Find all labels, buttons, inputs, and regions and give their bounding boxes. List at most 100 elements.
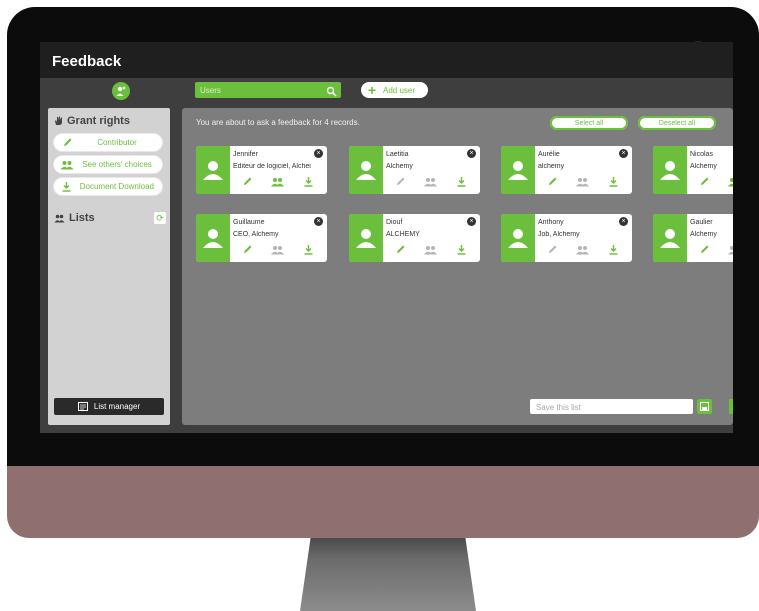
select-all-button[interactable]: Select all bbox=[550, 116, 628, 130]
users-icon[interactable] bbox=[727, 174, 733, 192]
user-subtitle: Alchemy bbox=[690, 163, 717, 170]
users-icon[interactable] bbox=[270, 242, 285, 260]
user-subtitle: Job, Alchemy bbox=[538, 231, 580, 238]
users-icon[interactable] bbox=[575, 174, 590, 192]
window-title: Feedback bbox=[52, 53, 122, 70]
pencil-icon[interactable] bbox=[699, 174, 710, 192]
user-avatar-icon bbox=[653, 214, 687, 262]
card-actions bbox=[233, 177, 323, 189]
users-search bbox=[195, 82, 341, 98]
close-icon[interactable]: × bbox=[314, 149, 323, 158]
plus-icon: + bbox=[367, 82, 377, 98]
users-icon bbox=[54, 160, 80, 170]
right-download-button[interactable]: Document Download bbox=[54, 178, 162, 195]
grant-rights-heading: Grant rights bbox=[54, 115, 130, 127]
list-manager-label: List manager bbox=[93, 402, 141, 411]
pencil-icon[interactable] bbox=[242, 242, 253, 260]
download-icon[interactable] bbox=[456, 174, 467, 192]
download-icon[interactable] bbox=[608, 242, 619, 260]
users-icon bbox=[54, 214, 65, 222]
user-name: Guillaume bbox=[233, 219, 265, 226]
right-label: Document Download bbox=[79, 182, 154, 191]
download-icon bbox=[54, 181, 80, 192]
user-subtitle: CEO, Alchemy bbox=[233, 231, 279, 238]
user-card[interactable]: Gaulier Alchemy × bbox=[653, 214, 733, 262]
user-subtitle: ALCHEMY bbox=[386, 231, 420, 238]
deselect-all-button[interactable]: Deselect all bbox=[638, 116, 716, 130]
user-card[interactable]: Guillaume CEO, Alchemy × bbox=[196, 214, 327, 262]
right-contributor-button[interactable]: Contributor bbox=[54, 134, 162, 151]
pencil-icon[interactable] bbox=[395, 242, 406, 260]
card-actions bbox=[690, 245, 733, 257]
user-avatar-icon bbox=[653, 146, 687, 194]
lists-label: Lists bbox=[69, 212, 95, 224]
add-user-avatar-icon[interactable] bbox=[112, 82, 130, 100]
close-icon[interactable]: × bbox=[619, 217, 628, 226]
user-avatar-icon bbox=[349, 214, 383, 262]
download-icon[interactable] bbox=[303, 174, 314, 192]
users-icon[interactable] bbox=[270, 174, 285, 192]
user-subtitle: Editeur de logiciel, Alchei bbox=[233, 163, 311, 170]
users-icon[interactable] bbox=[575, 242, 590, 260]
user-card[interactable]: Nicolas Alchemy × bbox=[653, 146, 733, 194]
add-user-button[interactable]: + Add user bbox=[361, 82, 428, 98]
card-actions bbox=[386, 245, 476, 257]
close-icon[interactable]: × bbox=[467, 149, 476, 158]
user-card[interactable]: Diouf ALCHEMY × bbox=[349, 214, 480, 262]
user-subtitle: Alchemy bbox=[386, 163, 413, 170]
add-user-label: Add user bbox=[383, 85, 416, 95]
card-actions bbox=[538, 245, 628, 257]
user-name: Gaulier bbox=[690, 219, 713, 226]
right-label: See others' choices bbox=[82, 160, 152, 169]
save-list-input[interactable] bbox=[534, 400, 688, 415]
list-icon bbox=[77, 402, 88, 411]
user-avatar-icon bbox=[196, 214, 230, 262]
user-subtitle: alchemy bbox=[538, 163, 565, 170]
user-name: Anthony bbox=[538, 219, 564, 226]
user-avatar-icon bbox=[349, 146, 383, 194]
search-input[interactable] bbox=[198, 83, 322, 97]
pencil-icon[interactable] bbox=[395, 174, 406, 192]
user-name: Jennifer bbox=[233, 151, 258, 158]
grant-rights-label: Grant rights bbox=[67, 115, 130, 127]
card-actions bbox=[690, 177, 733, 189]
download-icon[interactable] bbox=[303, 242, 314, 260]
pencil-icon[interactable] bbox=[547, 174, 558, 192]
user-avatar-icon bbox=[501, 214, 535, 262]
user-card[interactable]: Laetitia Alchemy × bbox=[349, 146, 480, 194]
list-manager-button[interactable]: List manager bbox=[54, 398, 164, 415]
user-name: Nicolas bbox=[690, 151, 713, 158]
user-subtitle: Alchemy bbox=[690, 231, 717, 238]
pencil-icon[interactable] bbox=[699, 242, 710, 260]
title-bar: Feedback bbox=[40, 42, 733, 78]
user-card[interactable]: Jennifer Editeur de logiciel, Alchei × bbox=[196, 146, 327, 194]
pencil-icon[interactable] bbox=[547, 242, 558, 260]
user-avatar-icon bbox=[501, 146, 535, 194]
user-name: Aurélie bbox=[538, 151, 560, 158]
save-list-button[interactable] bbox=[697, 399, 712, 414]
users-icon[interactable] bbox=[423, 174, 438, 192]
close-icon[interactable]: × bbox=[314, 217, 323, 226]
search-icon[interactable] bbox=[326, 84, 337, 102]
monitor-stand bbox=[300, 538, 476, 611]
user-card[interactable]: Anthony Job, Alchemy × bbox=[501, 214, 632, 262]
right-see-others-button[interactable]: See others' choices bbox=[54, 156, 162, 173]
refresh-icon[interactable]: ⟳ bbox=[154, 212, 166, 224]
pencil-icon bbox=[54, 137, 80, 148]
download-icon[interactable] bbox=[608, 174, 619, 192]
pencil-icon[interactable] bbox=[242, 174, 253, 192]
users-icon[interactable] bbox=[423, 242, 438, 260]
card-actions bbox=[233, 245, 323, 257]
save-action-edge[interactable] bbox=[729, 399, 733, 414]
users-icon[interactable] bbox=[727, 242, 733, 260]
app-window: Feedback + Add user Grant rights Contrib… bbox=[40, 42, 733, 433]
close-icon[interactable]: × bbox=[619, 149, 628, 158]
main-panel: You are about to ask a feedback for 4 re… bbox=[182, 108, 733, 425]
download-icon[interactable] bbox=[456, 242, 467, 260]
close-icon[interactable]: × bbox=[467, 217, 476, 226]
right-label: Contributor bbox=[97, 138, 137, 147]
card-actions bbox=[538, 177, 628, 189]
user-avatar-icon bbox=[196, 146, 230, 194]
info-text: You are about to ask a feedback for 4 re… bbox=[196, 118, 360, 127]
user-card[interactable]: Aurélie alchemy × bbox=[501, 146, 632, 194]
